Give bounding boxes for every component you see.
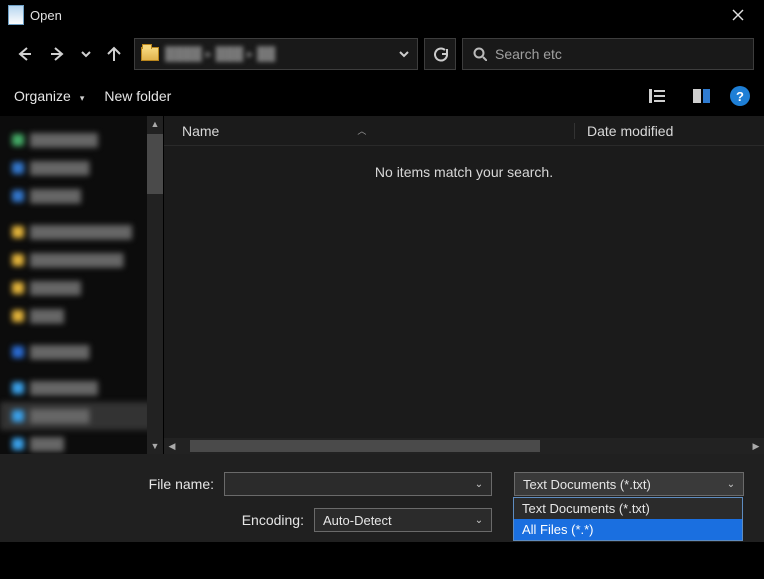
command-bar: Organize New folder ?: [0, 76, 764, 116]
chevron-down-icon: [81, 49, 91, 59]
content-area: ████████ ███████ ██████ ████████████ ███…: [0, 116, 764, 454]
search-icon: [473, 47, 487, 61]
nav-scrollbar[interactable]: ▲ ▼: [147, 116, 163, 454]
dropdown-item[interactable]: All Files (*.*): [514, 519, 742, 540]
filter-value: Text Documents (*.txt): [523, 477, 723, 492]
navigation-pane[interactable]: ████████ ███████ ██████ ████████████ ███…: [0, 116, 164, 454]
encoding-select[interactable]: Auto-Detect ⌄: [314, 508, 492, 532]
column-header-name[interactable]: Name ︿: [164, 123, 574, 139]
refresh-icon: [433, 47, 448, 62]
chevron-down-icon[interactable]: ⌄: [723, 479, 739, 490]
list-view-icon: [649, 89, 667, 103]
organize-button[interactable]: Organize: [14, 88, 84, 104]
preview-pane-button[interactable]: [688, 84, 716, 108]
file-list-pane: Name ︿ Date modified No items match your…: [164, 116, 764, 454]
new-folder-label: New folder: [104, 88, 171, 104]
refresh-button[interactable]: [424, 38, 456, 70]
column-date-label: Date modified: [587, 123, 673, 139]
chevron-down-icon[interactable]: ⌄: [471, 515, 487, 526]
encoding-value: Auto-Detect: [323, 513, 471, 528]
column-name-label: Name: [182, 123, 219, 139]
scroll-down-icon[interactable]: ▼: [147, 438, 163, 454]
horizontal-scrollbar[interactable]: ◀ ▶: [164, 438, 764, 454]
scrollbar-thumb[interactable]: [147, 134, 163, 194]
arrow-up-icon: [106, 46, 122, 62]
arrow-left-icon: [16, 46, 32, 62]
new-folder-button[interactable]: New folder: [104, 88, 171, 104]
folder-icon: [141, 47, 159, 61]
window-title: Open: [30, 8, 62, 23]
breadcrumb[interactable]: ████ ▸ ███ ▸ ██: [165, 39, 393, 69]
file-type-dropdown: Text Documents (*.txt) All Files (*.*): [513, 497, 743, 541]
forward-button[interactable]: [44, 40, 72, 68]
back-button[interactable]: [10, 40, 38, 68]
sort-indicator-icon: ︿: [357, 124, 366, 137]
scrollbar-thumb[interactable]: [190, 440, 540, 452]
filename-input[interactable]: ⌄: [224, 472, 492, 496]
address-bar[interactable]: ████ ▸ ███ ▸ ██: [134, 38, 418, 70]
dropdown-item-label: Text Documents (*.txt): [522, 501, 650, 516]
column-header-date[interactable]: Date modified: [574, 123, 764, 139]
address-history-button[interactable]: [399, 47, 411, 62]
empty-message: No items match your search.: [164, 164, 764, 180]
close-button[interactable]: [716, 0, 760, 30]
document-icon: [8, 5, 24, 25]
help-icon: ?: [736, 89, 744, 104]
help-button[interactable]: ?: [730, 86, 750, 106]
search-input[interactable]: Search etc: [462, 38, 754, 70]
arrow-right-icon: [50, 46, 66, 62]
search-placeholder: Search etc: [495, 46, 562, 62]
encoding-label: Encoding:: [14, 512, 314, 528]
file-type-filter[interactable]: Text Documents (*.txt) ⌄: [514, 472, 744, 496]
chevron-down-icon[interactable]: ⌄: [471, 479, 487, 490]
view-options-button[interactable]: [646, 84, 674, 108]
dropdown-item-label: All Files (*.*): [522, 522, 594, 537]
organize-label: Organize: [14, 88, 71, 104]
close-icon: [732, 9, 744, 21]
navigation-bar: ████ ▸ ███ ▸ ██ Search etc: [0, 30, 764, 76]
recent-locations-button[interactable]: [78, 40, 94, 68]
scroll-up-icon[interactable]: ▲: [147, 116, 163, 132]
chevron-down-icon: [77, 88, 85, 104]
scroll-right-icon[interactable]: ▶: [748, 441, 764, 452]
up-button[interactable]: [100, 40, 128, 68]
title-bar: Open: [0, 0, 764, 30]
dropdown-item[interactable]: Text Documents (*.txt): [514, 498, 742, 519]
chevron-down-icon: [399, 49, 409, 59]
filename-label: File name:: [14, 476, 224, 492]
preview-pane-icon: [693, 89, 711, 103]
column-headers: Name ︿ Date modified: [164, 116, 764, 146]
bottom-panel: File name: ⌄ Text Documents (*.txt) ⌄ En…: [0, 454, 764, 542]
scroll-left-icon[interactable]: ◀: [164, 441, 180, 452]
